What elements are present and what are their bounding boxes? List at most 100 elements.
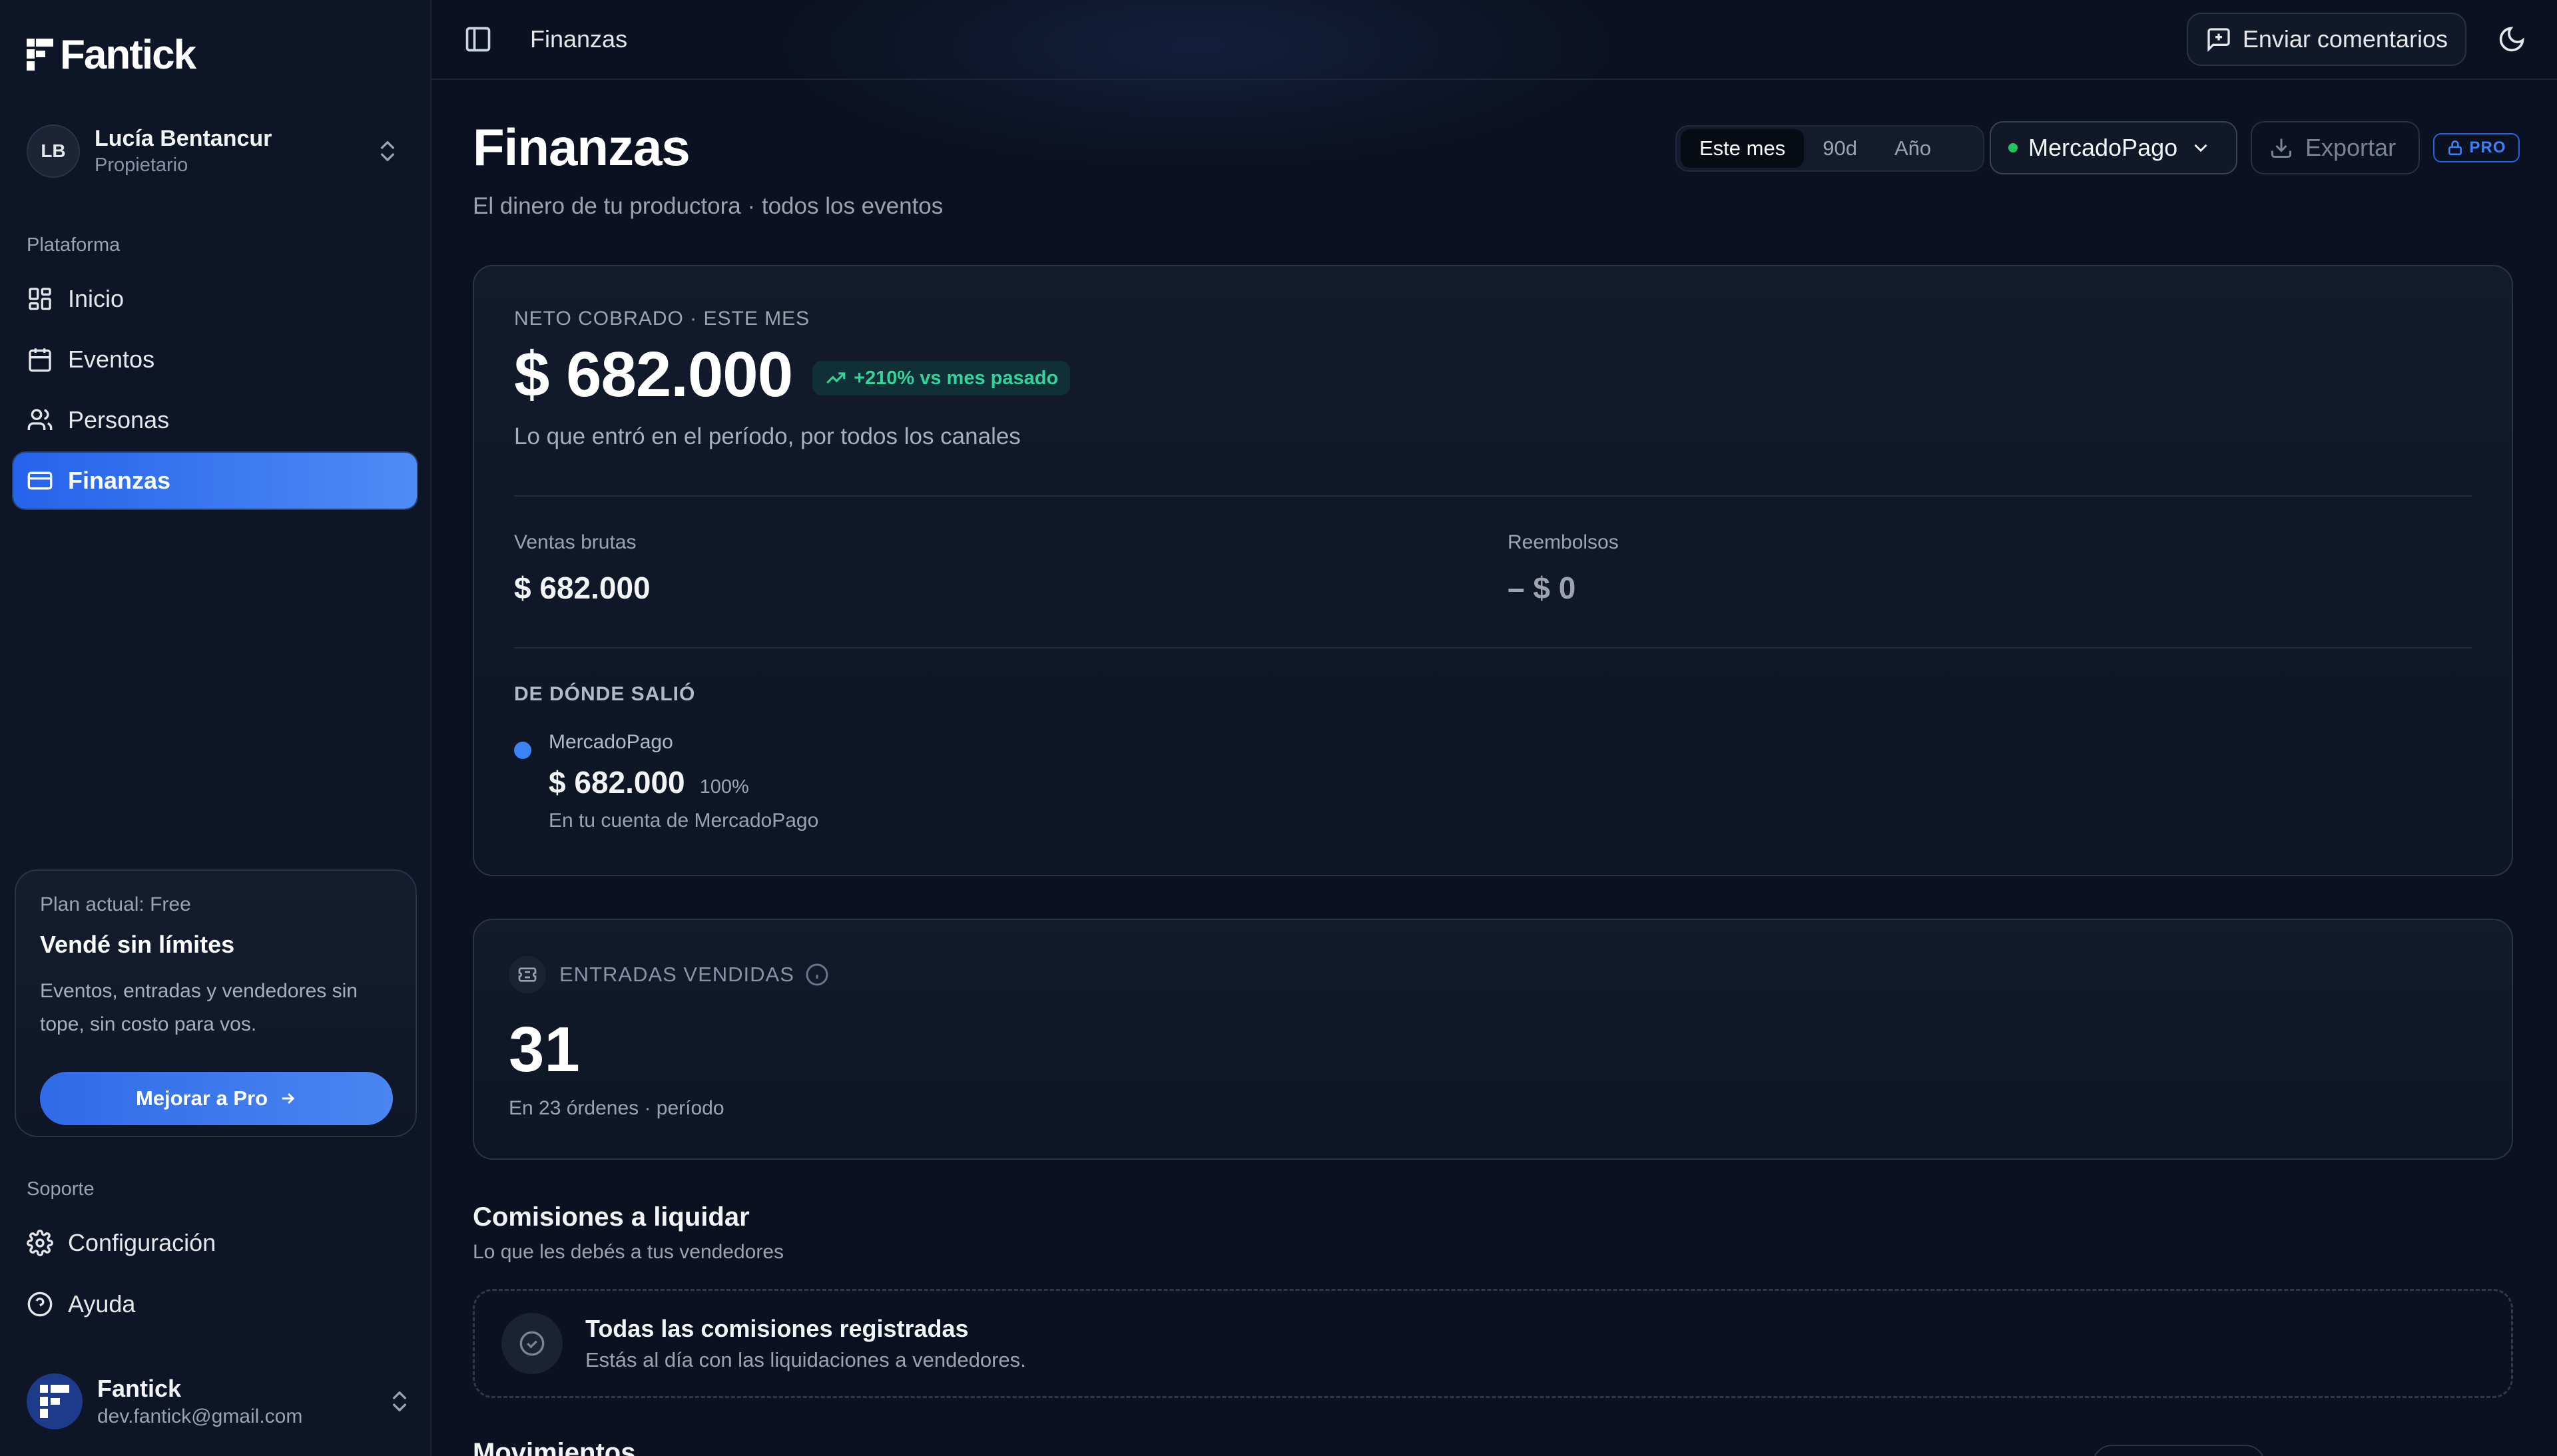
breadcrumb: Finanzas [530,25,628,53]
platform-section-label: Plataforma [27,234,121,256]
commissions-subtitle: Lo que les debés a tus vendedores [473,1241,784,1263]
net-kicker: NETO COBRADO · ESTE MES [514,308,810,330]
divider [514,647,2472,648]
refunds-label: Reembolsos [1508,531,1619,553]
sidebar-item-label: Eventos [68,346,155,373]
trend-label: +210% vs mes pasado [854,367,1059,389]
feedback-button[interactable]: Enviar comentarios [2186,13,2466,66]
account-name: Lucía Bentancur [95,126,272,151]
source-name: MercadoPago [549,731,673,753]
tickets-caption: En 23 órdenes · período [509,1097,724,1119]
period-90d[interactable]: 90d [1804,129,1876,168]
provider-dropdown[interactable]: MercadoPago [1990,121,2237,174]
period-selector: Este mes 90d Año [1675,125,1984,172]
sidebar-item-eventos[interactable]: Eventos [13,332,417,387]
period-ano[interactable]: Año [1876,129,1950,168]
sidebar-item-label: Personas [68,406,170,433]
fantick-logo-icon [27,39,53,71]
status-dot [2008,143,2018,152]
account-switcher[interactable]: LB Lucía Bentancur Propietario [27,115,414,188]
download-icon [2271,138,2291,158]
lock-icon [2448,140,2462,156]
feedback-label: Enviar comentarios [2242,25,2448,53]
tickets-count: 31 [509,1014,580,1085]
moon-icon[interactable] [2497,25,2526,54]
main-content: Finanzas Enviar comentarios Finanzas El … [431,0,2557,1456]
sidebar-item-label: Ayuda [68,1290,136,1318]
gear-icon [27,1230,53,1256]
source-color-dot [514,742,531,759]
brand-name: Fantick [60,31,196,78]
sidebar-toggle-icon[interactable] [463,25,493,54]
account-role: Propietario [95,154,188,176]
topbar: Finanzas Enviar comentarios [431,0,2557,80]
credit-card-icon [27,471,53,490]
gross-sales-label: Ventas brutas [514,531,637,553]
sidebar-item-configuracion[interactable]: Configuración [13,1215,418,1271]
user-menu[interactable]: Fantick dev.fantick@gmail.com [27,1371,413,1431]
fantick-logo-icon [40,1385,69,1418]
dashboard-icon [29,288,51,310]
net-amount: $ 682.000 [514,339,793,410]
upgrade-plan-card: Plan actual: Free Vendé sin límites Even… [15,869,417,1137]
brand-logo[interactable]: Fantick [27,28,430,81]
ticket-icon [509,956,546,993]
source-kicker: DE DÓNDE SALIÓ [514,683,696,705]
movements-title: Movimientos [473,1438,636,1456]
sidebar: Fantick LB Lucía Bentancur Propietario P… [0,0,431,1456]
app-root: Fantick LB Lucía Bentancur Propietario P… [0,0,2557,1456]
pro-badge-label: PRO [2469,138,2506,156]
page-header: Finanzas El dinero de tu productora · to… [431,80,2557,266]
net-collected-card: NETO COBRADO · ESTE MES $ 682.000 +210% … [473,265,2513,876]
commissions-title: Comisiones a liquidar [473,1202,750,1232]
chevrons-up-down-icon [381,141,394,161]
plan-current: Plan actual: Free [40,893,191,915]
upgrade-pro-button[interactable]: Mejorar a Pro [40,1072,393,1125]
plan-title: Vendé sin límites [40,931,235,958]
export-label: Exportar [2305,134,2397,161]
page-title: Finanzas [473,118,691,176]
commissions-empty-subtitle: Estás al día con las liquidaciones a ven… [585,1348,1026,1371]
provider-label: MercadoPago [2028,134,2178,161]
message-plus-icon [2207,28,2230,53]
commissions-empty-title: Todas las comisiones registradas [585,1315,969,1342]
tickets-sold-card: ENTRADAS VENDIDAS 31 En 23 órdenes · per… [473,919,2513,1160]
avatar: LB [27,124,80,178]
plan-description: Eventos, entradas y vendedores sin tope,… [40,980,358,1035]
source-share: 100% [699,776,749,798]
arrow-right-icon [282,1092,295,1104]
sidebar-item-finanzas[interactable]: Finanzas [13,453,417,509]
net-caption: Lo que entró en el período, por todos lo… [514,423,1021,449]
sidebar-item-label: Inicio [68,285,125,312]
trending-up-icon [826,372,846,384]
info-icon[interactable] [805,963,829,987]
commissions-empty-state: Todas las comisiones registradas Estás a… [473,1289,2513,1398]
check-circle-icon [501,1313,563,1374]
support-section-label: Soporte [27,1178,95,1200]
page-subtitle: El dinero de tu productora · todos los e… [473,193,944,219]
user-email: dev.fantick@gmail.com [97,1405,303,1427]
chevrons-up-down-icon [393,1391,406,1411]
source-amount: $ 682.000 [549,765,685,800]
sidebar-item-personas[interactable]: Personas [13,392,417,448]
upgrade-pro-label: Mejorar a Pro [135,1087,268,1110]
movements-action-button[interactable] [2092,1445,2265,1456]
sidebar-item-ayuda[interactable]: Ayuda [13,1276,418,1332]
chevron-down-icon [2194,144,2207,152]
divider [514,495,2472,497]
trend-badge: +210% vs mes pasado [812,361,1071,395]
sidebar-item-label: Configuración [68,1229,216,1256]
sidebar-item-inicio[interactable]: Inicio [13,271,417,327]
refunds-value: – $ 0 [1508,571,1576,605]
user-avatar [27,1373,83,1429]
source-note: En tu cuenta de MercadoPago [549,810,819,832]
tickets-kicker: ENTRADAS VENDIDAS [559,963,794,986]
pro-badge: PRO [2433,133,2520,162]
user-name: Fantick [97,1375,182,1402]
users-icon [27,409,53,430]
export-button[interactable]: Exportar [2251,121,2420,174]
gross-sales-value: $ 682.000 [514,571,651,605]
period-este-mes[interactable]: Este mes [1681,129,1805,168]
help-icon [27,1292,53,1317]
calendar-icon [29,348,51,372]
